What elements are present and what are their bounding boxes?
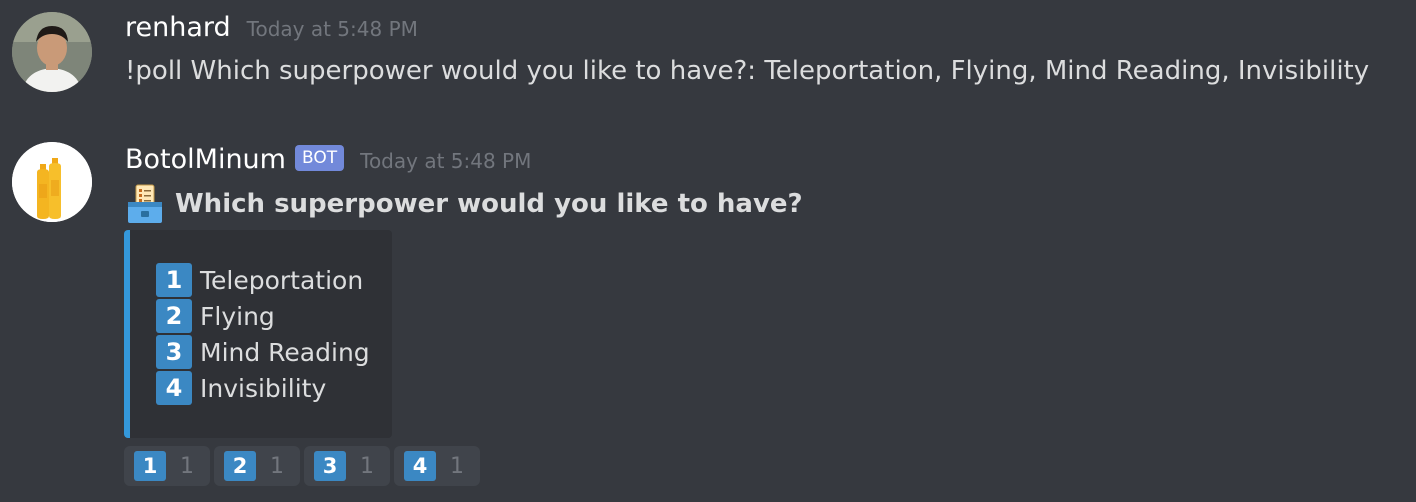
message-content: !poll Which superpower would you like to… <box>125 56 1370 86</box>
poll-option: 1 Teleportation <box>156 262 370 298</box>
keycap-2-icon: 2 <box>156 299 192 333</box>
user-avatar[interactable] <box>12 12 92 92</box>
bottles-avatar-icon <box>12 142 92 222</box>
poll-title: Which superpower would you like to have? <box>125 184 803 224</box>
reaction-3[interactable]: 3 1 <box>304 446 390 486</box>
message-header: BotolMinum BOT Today at 5:48 PM <box>125 144 531 175</box>
keycap-1-icon: 1 <box>156 263 192 297</box>
reaction-count: 1 <box>450 453 464 479</box>
poll-options: 1 Teleportation 2 Flying 3 Mind Reading … <box>156 262 370 406</box>
reaction-4[interactable]: 4 1 <box>394 446 480 486</box>
poll-question: Which superpower would you like to have? <box>175 189 803 219</box>
keycap-3-icon: 3 <box>156 335 192 369</box>
reaction-count: 1 <box>360 453 374 479</box>
poll-option-label: Flying <box>200 301 275 331</box>
keycap-3-icon: 3 <box>314 451 346 481</box>
reaction-1[interactable]: 1 1 <box>124 446 210 486</box>
poll-option-label: Mind Reading <box>200 337 370 367</box>
ballot-box-icon <box>128 184 162 223</box>
reaction-count: 1 <box>270 453 284 479</box>
bot-avatar[interactable] <box>12 142 92 222</box>
reaction-count: 1 <box>180 453 194 479</box>
keycap-4-icon: 4 <box>404 451 436 481</box>
keycap-1-icon: 1 <box>134 451 166 481</box>
keycap-2-icon: 2 <box>224 451 256 481</box>
timestamp: Today at 5:48 PM <box>246 17 418 41</box>
poll-option: 2 Flying <box>156 298 370 334</box>
reactions-bar: 1 1 2 1 3 1 4 1 <box>124 446 484 486</box>
bot-badge: BOT <box>294 144 345 171</box>
poll-option: 4 Invisibility <box>156 370 370 406</box>
poll-option-label: Invisibility <box>200 373 327 403</box>
username[interactable]: BotolMinum <box>125 144 286 175</box>
reaction-2[interactable]: 2 1 <box>214 446 300 486</box>
keycap-4-icon: 4 <box>156 371 192 405</box>
timestamp: Today at 5:48 PM <box>360 149 532 173</box>
person-avatar-icon <box>12 12 92 92</box>
poll-option-label: Teleportation <box>200 265 364 295</box>
message-header: renhard Today at 5:48 PM <box>125 12 418 43</box>
poll-option: 3 Mind Reading <box>156 334 370 370</box>
poll-embed: 1 Teleportation 2 Flying 3 Mind Reading … <box>124 230 392 438</box>
username[interactable]: renhard <box>125 12 231 43</box>
